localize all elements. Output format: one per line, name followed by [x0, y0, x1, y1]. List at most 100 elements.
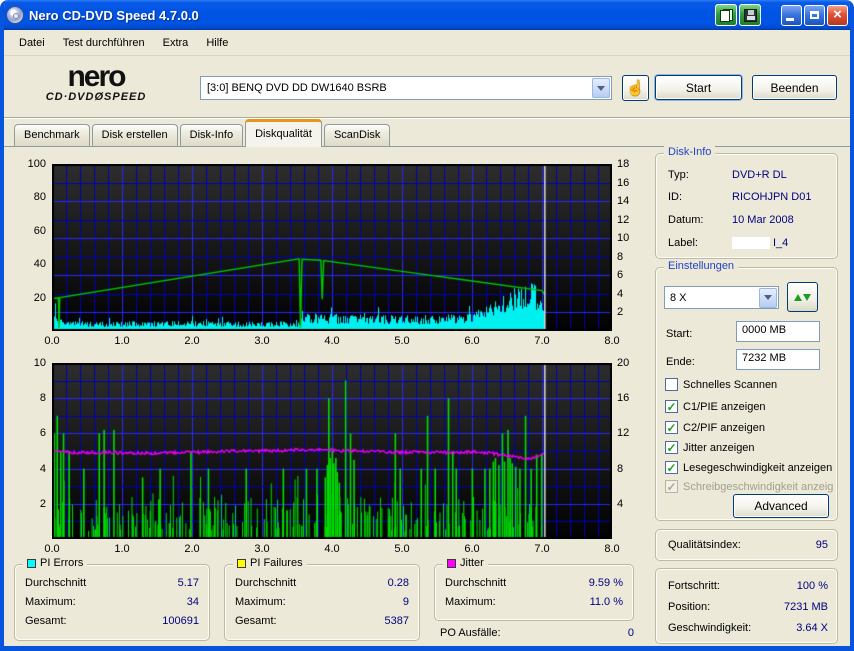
close-icon: ×: [833, 7, 842, 22]
disk-id-label: ID:: [668, 191, 732, 203]
copy-pages-icon: [720, 9, 733, 22]
copy-button[interactable]: [715, 4, 737, 26]
menu-datei[interactable]: Datei: [10, 34, 54, 52]
minimize-button[interactable]: [781, 5, 802, 26]
tab-benchmark[interactable]: Benchmark: [14, 124, 90, 147]
right-axis-tick: 16: [617, 177, 629, 189]
end-field[interactable]: 7232 MB: [736, 349, 820, 370]
minimize-icon: [786, 18, 794, 21]
tab-diskqualitaet[interactable]: Diskqualität: [245, 119, 322, 147]
maximize-button[interactable]: [804, 5, 825, 26]
position-value: 7231 MB: [784, 601, 828, 613]
po-failures-label: PO Ausfälle:: [440, 627, 501, 639]
speed-label: Geschwindigkeit:: [668, 622, 751, 634]
tab-scandisk[interactable]: ScanDisk: [324, 124, 390, 147]
x-axis-tick: 6.0: [462, 543, 482, 555]
menu-extra[interactable]: Extra: [154, 34, 198, 52]
left-axis-tick: 2: [14, 498, 46, 510]
pi-failures-panel: PI Failures Durchschnitt0.28 Maximum:9 G…: [224, 564, 420, 641]
x-axis-tick: 2.0: [182, 543, 202, 555]
x-axis-tick: 1.0: [112, 335, 132, 347]
x-axis-tick: 4.0: [322, 335, 342, 347]
x-axis-tick: 8.0: [602, 543, 622, 555]
speed-select-arrow[interactable]: [759, 288, 777, 308]
tab-disk-info[interactable]: Disk-Info: [180, 124, 243, 147]
pi-failures-jitter-chart: 108642201612840.01.02.03.04.05.06.07.08.…: [14, 355, 648, 559]
x-axis-tick: 4.0: [322, 543, 342, 555]
stat-value: 5387: [385, 615, 409, 627]
app-window: Nero CD-DVD Speed 4.7.0.0 × Datei Test d…: [0, 0, 854, 651]
progress-label: Fortschritt:: [668, 580, 720, 592]
position-label: Position:: [668, 601, 710, 613]
refresh-button[interactable]: [787, 282, 818, 312]
menu-hilfe[interactable]: Hilfe: [197, 34, 237, 52]
disk-type-value: DVD+R DL: [732, 169, 787, 181]
po-failures-row: PO Ausfälle: 0: [440, 627, 634, 639]
stat-value: 34: [187, 596, 199, 608]
checkbox-box: ✓: [665, 400, 678, 413]
right-axis-tick: 8: [617, 463, 623, 475]
hand-icon: ☝: [626, 79, 645, 97]
x-axis-tick: 7.0: [532, 335, 552, 347]
drive-select-value: [3:0] BENQ DVD DD DW1640 BSRB: [201, 82, 592, 94]
left-axis-tick: 10: [14, 357, 46, 369]
pi-errors-title: PI Errors: [40, 557, 83, 569]
menu-bar: Datei Test durchführen Extra Hilfe: [4, 30, 850, 56]
x-axis-tick: 0.0: [42, 543, 62, 555]
checkbox-lesegeschwindigkeit[interactable]: ✓ Lesegeschwindigkeit anzeigen: [665, 461, 833, 474]
check-icon: ✓: [666, 442, 676, 454]
checkbox-box: ✓: [665, 378, 678, 391]
eject-button[interactable]: ☝: [622, 75, 649, 101]
pi-failures-title: PI Failures: [250, 557, 303, 569]
x-axis-tick: 1.0: [112, 543, 132, 555]
jitter-panel: Jitter Durchschnitt9.59 % Maximum:11.0 %: [434, 564, 634, 621]
disk-date-label: Datum:: [668, 214, 732, 226]
po-failures-value: 0: [628, 627, 634, 639]
label-redaction: [732, 237, 770, 249]
right-axis-tick: 14: [617, 195, 629, 207]
checkbox-jitter[interactable]: ✓ Jitter anzeigen: [665, 441, 833, 454]
beenden-button[interactable]: Beenden: [752, 75, 837, 100]
x-axis-tick: 5.0: [392, 543, 412, 555]
menu-test-durchfuehren[interactable]: Test durchführen: [54, 34, 154, 52]
pi-errors-chart: 10080604020181614121086420.01.02.03.04.0…: [14, 157, 648, 355]
refresh-icon: [794, 294, 802, 301]
disk-label-label: Label:: [668, 237, 732, 249]
quality-index-value: 95: [816, 539, 828, 551]
window-title: Nero CD-DVD Speed 4.7.0.0: [29, 8, 713, 23]
advanced-button[interactable]: Advanced: [733, 494, 829, 518]
settings-title: Einstellungen: [664, 260, 738, 272]
drive-select-arrow[interactable]: [592, 78, 610, 98]
checkbox-box: ✓: [665, 441, 678, 454]
disk-date-value: 10 Mar 2008: [732, 214, 794, 226]
checkbox-c1-pie[interactable]: ✓ C1/PIE anzeigen: [665, 400, 833, 413]
start-field[interactable]: 0000 MB: [736, 321, 820, 342]
stat-label: Durchschnitt: [445, 577, 506, 589]
checkbox-box: ✓: [665, 421, 678, 434]
x-axis-tick: 2.0: [182, 335, 202, 347]
start-button[interactable]: Start: [655, 75, 742, 100]
checkbox-c2-pif[interactable]: ✓ C2/PIF anzeigen: [665, 421, 833, 434]
right-axis-tick: 6: [617, 269, 623, 281]
right-axis-tick: 18: [617, 158, 629, 170]
quality-index-panel: Qualitätsindex: 95: [655, 529, 838, 561]
x-axis-tick: 5.0: [392, 335, 412, 347]
stat-label: Durchschnitt: [25, 577, 86, 589]
progress-panel: Fortschritt:100 % Position:7231 MB Gesch…: [655, 568, 838, 644]
settings-panel: Einstellungen 8 X Start: 0000 MB Ende: 7…: [655, 267, 838, 521]
check-icon: ✓: [666, 462, 676, 474]
speed-select[interactable]: 8 X: [664, 286, 779, 309]
nero-logo: nero CD·DVDØSPEED: [16, 63, 176, 103]
left-axis-tick: 100: [14, 158, 46, 170]
disk-label-value: I_4: [732, 237, 788, 249]
tab-disk-erstellen[interactable]: Disk erstellen: [92, 124, 178, 147]
check-icon: ✓: [666, 481, 676, 493]
start-field-label: Start:: [666, 328, 692, 340]
checkbox-schnelles-scannen[interactable]: ✓ Schnelles Scannen: [665, 378, 833, 391]
right-axis-tick: 8: [617, 251, 623, 263]
drive-select[interactable]: [3:0] BENQ DVD DD DW1640 BSRB: [200, 76, 612, 100]
stat-label: Maximum:: [445, 596, 496, 608]
pi-failures-swatch: [237, 559, 246, 568]
save-button[interactable]: [739, 4, 761, 26]
close-button[interactable]: ×: [827, 5, 848, 26]
